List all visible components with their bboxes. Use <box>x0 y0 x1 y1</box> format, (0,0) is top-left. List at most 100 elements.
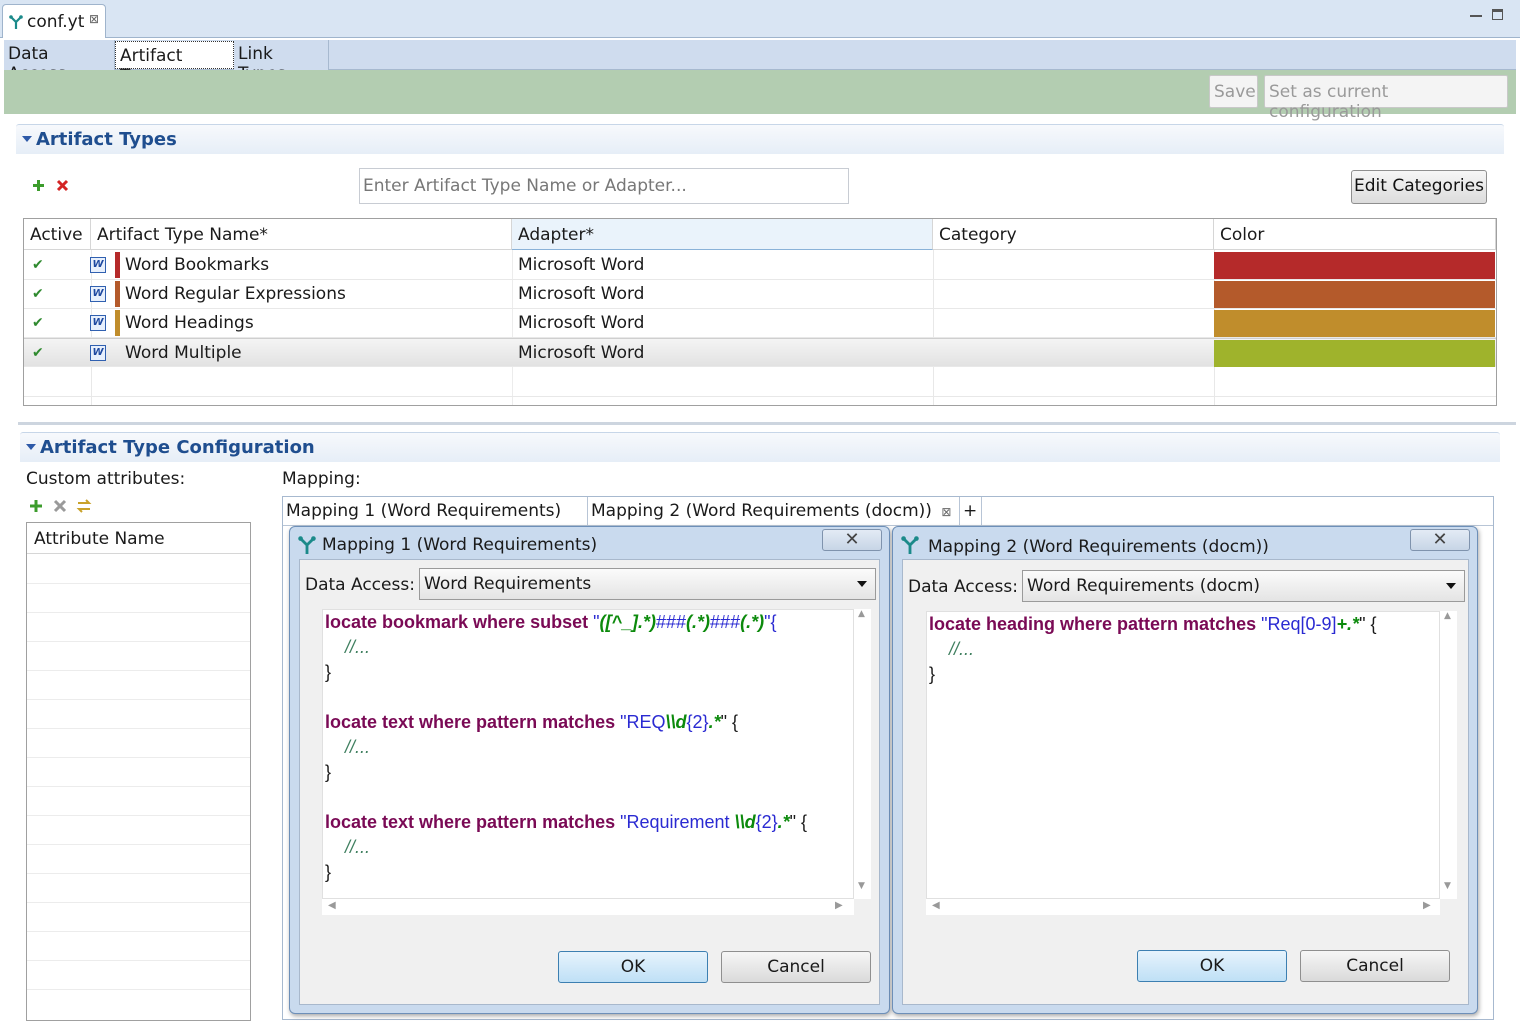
code-line: locate bookmark where subset "([^_].*)##… <box>325 612 777 632</box>
chevron-down-icon <box>857 581 867 587</box>
minimize-icon[interactable] <box>1470 11 1482 17</box>
vertical-scrollbar[interactable]: ▲ ▼ <box>854 609 871 899</box>
artifact-type-adapter: Microsoft Word <box>518 343 645 363</box>
code-line: locate heading where pattern matches "Re… <box>929 614 1377 634</box>
swap-icon[interactable] <box>76 498 92 514</box>
column-header-category[interactable]: Category <box>933 219 1214 250</box>
code-line: } <box>929 664 936 684</box>
table-row-empty <box>24 368 1496 397</box>
editor-tab-title: conf.yt <box>27 12 85 32</box>
chevron-down-icon <box>1446 583 1456 589</box>
code-line: locate text where pattern matches "Requi… <box>325 812 808 832</box>
table-row[interactable]: ✔ W Word Bookmarks Microsoft Word <box>24 251 1496 280</box>
set-current-config-button[interactable]: Set as current configuration <box>1264 75 1508 122</box>
word-icon: W <box>90 286 106 302</box>
table-row[interactable]: ✔ W Word Headings Microsoft Word <box>24 309 1496 338</box>
data-access-select[interactable]: Word Requirements <box>419 568 876 600</box>
close-icon[interactable]: ⊠ <box>941 505 951 519</box>
section-title: Artifact Types <box>36 129 177 150</box>
add-mapping-tab-button[interactable]: + <box>960 497 982 525</box>
tree-icon <box>298 536 316 554</box>
editor-tab-conf[interactable]: conf.yt ⊠ <box>2 4 106 38</box>
close-icon[interactable]: ✕ <box>822 529 882 551</box>
dialog-body: Data Access: Word Requirements (docm) lo… <box>902 559 1469 1005</box>
maximize-icon[interactable] <box>1492 9 1503 20</box>
horizontal-scrollbar[interactable]: ◀ ▶ <box>926 899 1440 915</box>
column-header-attribute-name[interactable]: Attribute Name <box>27 523 250 554</box>
vertical-scrollbar[interactable]: ▲ ▼ <box>1440 611 1457 899</box>
action-toolbar: Save Set as current configuration <box>4 70 1516 122</box>
tab-link-types[interactable]: Link Types <box>234 40 329 84</box>
dialog-title: Mapping 2 (Word Requirements (docm)) <box>928 537 1269 557</box>
section-divider[interactable] <box>18 422 1516 425</box>
close-icon[interactable]: ✕ <box>1410 529 1470 551</box>
custom-attributes-table: Attribute Name <box>26 522 251 1021</box>
artifact-type-config-section-header[interactable]: Artifact Type Configuration <box>20 432 1500 462</box>
color-swatch[interactable] <box>1214 252 1495 279</box>
check-icon[interactable]: ✔ <box>32 257 44 273</box>
delete-icon[interactable] <box>55 178 70 193</box>
editor-tab-bar: conf.yt ⊠ <box>0 0 1520 38</box>
word-icon: W <box>90 257 106 273</box>
tab-mapping-2[interactable]: Mapping 2 (Word Requirements (docm)) ⊠ <box>588 497 960 525</box>
tab-data-access[interactable]: Data Access <box>4 40 115 84</box>
mapping-code-editor[interactable]: locate bookmark where subset "([^_].*)##… <box>322 609 854 899</box>
color-swatch[interactable] <box>1214 310 1495 337</box>
table-row[interactable]: ✔ W Word Regular Expressions Microsoft W… <box>24 280 1496 309</box>
column-header-name[interactable]: Artifact Type Name* <box>91 219 512 250</box>
check-icon[interactable]: ✔ <box>32 345 44 361</box>
tab-mapping-1[interactable]: Mapping 1 (Word Requirements) <box>283 497 588 525</box>
add-icon[interactable] <box>31 178 46 193</box>
horizontal-scrollbar[interactable]: ◀ ▶ <box>322 899 854 915</box>
check-icon[interactable]: ✔ <box>32 286 44 302</box>
artifact-type-adapter: Microsoft Word <box>518 284 645 304</box>
sort-ascending-icon: ^ <box>714 218 722 226</box>
edit-categories-button[interactable]: Edit Categories <box>1351 170 1487 204</box>
table-row-selected[interactable]: ✔ W Word Multiple Microsoft Word <box>24 338 1496 367</box>
collapse-icon[interactable] <box>26 444 36 450</box>
color-marker <box>115 281 120 307</box>
tab-artifact-types[interactable]: Artifact Types <box>115 41 234 86</box>
add-attribute-icon[interactable] <box>29 499 43 513</box>
cancel-button[interactable]: Cancel <box>1300 950 1450 982</box>
collapse-icon[interactable] <box>22 136 32 142</box>
mapping-code-editor[interactable]: locate heading where pattern matches "Re… <box>926 611 1440 899</box>
code-line: } <box>325 862 332 882</box>
data-access-value: Word Requirements (docm) <box>1027 576 1261 596</box>
cancel-button[interactable]: Cancel <box>721 951 871 983</box>
mapping-1-dialog: Mapping 1 (Word Requirements) ✕ Data Acc… <box>289 526 890 1014</box>
column-header-color[interactable]: Color <box>1214 219 1496 250</box>
color-swatch[interactable] <box>1214 340 1495 367</box>
color-marker <box>115 310 120 336</box>
artifact-type-name: Word Bookmarks <box>125 255 270 275</box>
data-access-select[interactable]: Word Requirements (docm) <box>1022 570 1465 602</box>
code-line: locate text where pattern matches "REQ\\… <box>325 712 738 732</box>
artifact-type-name: Word Headings <box>125 313 254 333</box>
tab-mapping-2-label: Mapping 2 (Word Requirements (docm)) <box>591 501 932 521</box>
data-access-value: Word Requirements <box>424 574 592 594</box>
code-comment: //... <box>345 837 371 857</box>
column-header-active[interactable]: Active <box>24 219 91 250</box>
code-comment: //... <box>345 737 371 757</box>
delete-attribute-icon[interactable] <box>53 499 67 513</box>
artifact-types-table: Active Artifact Type Name* Adapter* ^ Ca… <box>23 218 1497 406</box>
mapping-2-dialog: Mapping 2 (Word Requirements (docm)) ✕ D… <box>892 526 1478 1014</box>
artifact-types-section-header[interactable]: Artifact Types <box>16 124 1504 154</box>
close-icon[interactable]: ⊠ <box>89 12 99 26</box>
code-comment: //... <box>949 639 975 659</box>
page-tab-bar: Data Access Artifact Types Link Types <box>4 40 1516 86</box>
check-icon[interactable]: ✔ <box>32 315 44 331</box>
ok-button[interactable]: OK <box>558 951 708 983</box>
artifact-type-adapter: Microsoft Word <box>518 255 645 275</box>
artifact-type-search-input[interactable] <box>359 168 849 204</box>
column-header-adapter[interactable]: Adapter* ^ <box>512 219 933 250</box>
ok-button[interactable]: OK <box>1137 950 1287 982</box>
code-comment: //... <box>345 637 371 657</box>
color-swatch[interactable] <box>1214 281 1495 308</box>
save-button[interactable]: Save <box>1209 75 1258 108</box>
word-icon: W <box>90 345 106 361</box>
artifact-type-adapter: Microsoft Word <box>518 313 645 333</box>
data-access-label: Data Access: <box>305 575 415 595</box>
color-marker <box>115 252 120 278</box>
code-line: } <box>325 762 332 782</box>
